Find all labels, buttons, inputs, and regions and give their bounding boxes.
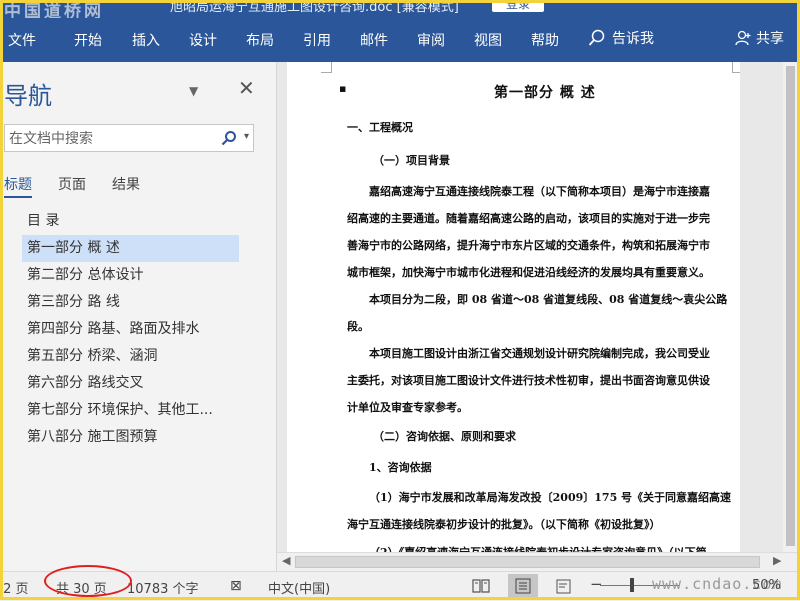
- margin-mark: [732, 62, 740, 73]
- pane-options-icon[interactable]: ▼: [189, 84, 198, 98]
- search-icon[interactable]: [221, 130, 237, 146]
- sub-title: （一）项目背景: [373, 154, 450, 167]
- tab-design[interactable]: 设计: [189, 30, 217, 50]
- watermark-logo: 中国道桥网: [4, 2, 104, 18]
- window-title: 旭昭局运海宁互通施工图设计咨询.doc [兼容模式]: [170, 0, 459, 15]
- share-button[interactable]: 共享: [734, 28, 784, 48]
- tab-help[interactable]: 帮助: [531, 30, 559, 50]
- heading-list: 目 录 第一部分 概 述 第二部分 总体设计 第三部分 路 线 第四部分 路基、…: [22, 208, 239, 451]
- nav-heading-item[interactable]: 第四部分 路基、路面及排水: [22, 316, 239, 343]
- print-layout-button[interactable]: [508, 574, 538, 598]
- sign-in-button[interactable]: 登录: [492, 0, 544, 12]
- tab-references[interactable]: 引用: [303, 30, 331, 50]
- tab-insert[interactable]: 插入: [132, 30, 160, 50]
- close-icon[interactable]: ✕: [238, 76, 255, 100]
- tell-me-box[interactable]: 告诉我: [588, 28, 654, 48]
- section-title: 一、工程概况: [347, 121, 413, 134]
- tab-layout[interactable]: 布局: [246, 30, 274, 50]
- nav-heading-item-selected[interactable]: 第一部分 概 述: [22, 235, 239, 262]
- nav-heading-item[interactable]: 第五部分 桥梁、涵洞: [22, 343, 239, 370]
- paragraph: （1）海宁市发展和改革局海发改投〔2009〕175 号《关于同意嘉绍高速 海宁互…: [347, 491, 732, 531]
- bullet-mark: ▪: [339, 82, 347, 95]
- tab-view[interactable]: 视图: [474, 30, 502, 50]
- scroll-left-icon[interactable]: ◀: [282, 554, 290, 567]
- paragraph-partial: （2）《嘉绍高速海宁互通连接线院泰初步设计专家咨询意见》（以下简: [369, 544, 707, 552]
- paragraph: 本项目施工图设计由浙江省交通规划设计研究院编制完成，我公司受业 主委托，对该项目…: [347, 347, 710, 414]
- web-layout-icon[interactable]: [556, 579, 574, 595]
- title-bar: 中国道桥网 旭昭局运海宁互通施工图设计咨询.doc [兼容模式] 登录: [0, 0, 800, 18]
- language-indicator[interactable]: 中文(中国): [268, 578, 330, 597]
- tell-me-label: 告诉我: [612, 31, 654, 47]
- document-area: ▪ 第一部分 概 述 一、工程概况 （一）项目背景 嘉绍高速海宁互通连接线院泰工…: [277, 62, 800, 552]
- sub-title: （二）咨询依据、原则和要求: [373, 430, 516, 443]
- person-add-icon: [735, 30, 751, 46]
- tab-mailings[interactable]: 邮件: [360, 30, 388, 50]
- tab-home[interactable]: 开始: [74, 30, 102, 50]
- margin-mark: [321, 62, 332, 73]
- scroll-right-icon[interactable]: ▶: [773, 554, 781, 567]
- ribbon-tabs: 文件 开始 插入 设计 布局 引用 邮件 审阅 视图 帮助 告诉我 共享: [0, 18, 800, 62]
- print-layout-icon: [515, 578, 531, 594]
- nav-heading-item[interactable]: 第二部分 总体设计: [22, 262, 239, 289]
- nav-search-box: ▾: [4, 124, 254, 152]
- nav-heading-item[interactable]: 第七部分 环境保护、其他工...: [22, 397, 239, 424]
- tab-review[interactable]: 审阅: [417, 30, 445, 50]
- nav-heading-item[interactable]: 目 录: [22, 208, 239, 235]
- doc-heading: 第一部分 概 述: [494, 85, 596, 101]
- document-page[interactable]: ▪ 第一部分 概 述 一、工程概况 （一）项目背景 嘉绍高速海宁互通连接线院泰工…: [287, 62, 740, 552]
- nav-tab-results[interactable]: 结果: [112, 174, 140, 194]
- highlight-oval: [44, 565, 132, 597]
- nav-tab-pages[interactable]: 页面: [58, 174, 86, 194]
- nav-tabs: 标题 页面 结果: [4, 174, 254, 198]
- lightbulb-search-icon: [588, 29, 605, 46]
- paragraph: 嘉绍高速海宁互通连接线院泰工程（以下简称本项目）是海宁市连接嘉 绍高速的主要通道…: [347, 185, 710, 279]
- search-input[interactable]: [7, 128, 216, 150]
- horizontal-scrollbar[interactable]: ◀ ▶: [277, 552, 800, 571]
- scroll-thumb[interactable]: [786, 66, 795, 546]
- word-count[interactable]: 10783 个字: [127, 578, 199, 597]
- zoom-out-icon[interactable]: −: [590, 575, 603, 593]
- nav-pane-title: 导航: [4, 82, 52, 110]
- paragraph: 本项目分为二段，即 08 省道～08 省道复线段、08 省道复线～袁尖公路 段。: [347, 293, 728, 333]
- nav-heading-item[interactable]: 第三部分 路 线: [22, 289, 239, 316]
- zoom-level[interactable]: 50%: [752, 578, 781, 593]
- page-indicator[interactable]: 第 2 页: [0, 578, 29, 597]
- zoom-slider-thumb[interactable]: [630, 578, 634, 592]
- nav-heading-item[interactable]: 第八部分 施工图预算: [22, 424, 239, 451]
- nav-tab-headings[interactable]: 标题: [4, 174, 32, 198]
- read-mode-icon[interactable]: [472, 579, 490, 593]
- search-dropdown-icon[interactable]: ▾: [244, 131, 249, 142]
- proofing-icon[interactable]: ⊠: [230, 578, 242, 594]
- navigation-pane: 导航 ▼ ✕ ▾ 标题 页面 结果 目 录 第一部分 概 述 第二部分 总体设计…: [0, 62, 277, 572]
- share-label: 共享: [756, 31, 784, 47]
- tab-file[interactable]: 文件: [8, 30, 36, 50]
- nav-heading-item[interactable]: 第六部分 路线交叉: [22, 370, 239, 397]
- sub-title: 1、咨询依据: [369, 461, 432, 474]
- vertical-scrollbar[interactable]: [783, 62, 800, 552]
- scroll-thumb[interactable]: [295, 556, 760, 568]
